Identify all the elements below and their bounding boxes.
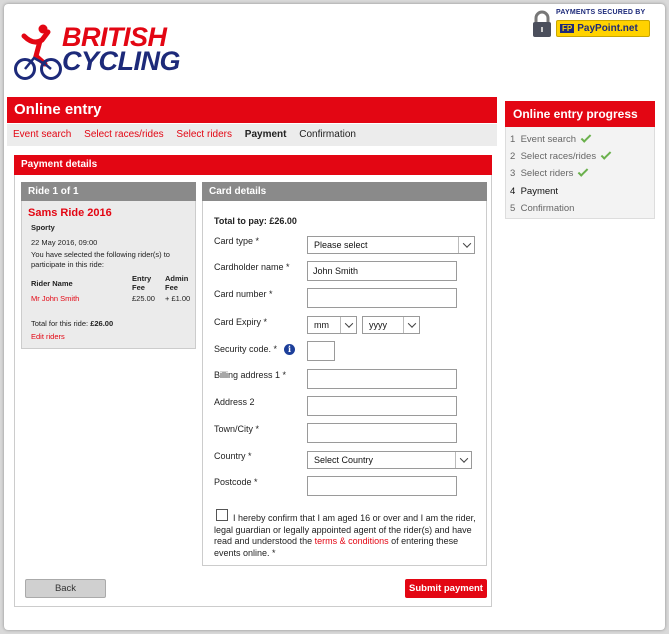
card-type-value: Please select	[314, 240, 368, 250]
expiry-month-select[interactable]: mm	[307, 316, 357, 334]
security-code-label: Security code. *	[214, 344, 278, 354]
payment-details-header: Payment details	[14, 155, 492, 175]
paypoint-logo: FP PayPoint.net	[556, 20, 650, 37]
card-details-header: Card details	[202, 182, 487, 201]
ride-total-label: Total for this ride:	[31, 319, 89, 328]
progress-item-event-search: 1 Event search	[510, 132, 592, 145]
ride-name: Sams Ride 2016	[28, 207, 112, 219]
chevron-down-icon	[403, 317, 419, 333]
back-button[interactable]: Back	[25, 579, 106, 598]
ride-intro: You have selected the following rider(s)…	[31, 250, 170, 269]
brand-line-2: CYCLING	[62, 46, 181, 76]
col-entry-fee-l1: Entry	[132, 274, 152, 283]
check-icon	[600, 149, 612, 160]
card-expiry-label: Card Expiry *	[214, 317, 268, 327]
town-city-input[interactable]	[307, 423, 457, 443]
progress-label: Select riders	[520, 168, 574, 179]
rider-admin-fee: + £1.00	[165, 294, 191, 303]
chevron-down-icon	[458, 237, 474, 253]
postcode-input[interactable]	[307, 476, 457, 496]
page-title: Online entry	[7, 97, 497, 123]
ride-panel-header: Ride 1 of 1	[21, 182, 196, 201]
total-to-pay-value: £26.00	[269, 216, 297, 226]
info-icon[interactable]: i	[284, 344, 295, 355]
total-to-pay: Total to pay: £26.00	[214, 216, 297, 226]
breadcrumb-select-riders[interactable]: Select riders	[176, 129, 232, 140]
cardholder-name-label: Cardholder name *	[214, 262, 290, 272]
col-admin-fee-l1: Admin	[165, 274, 189, 283]
address-2-input[interactable]	[307, 396, 457, 416]
edit-riders-link[interactable]: Edit riders	[31, 332, 65, 341]
paypoint-mark: FP	[560, 24, 575, 33]
security-code-input[interactable]	[307, 341, 335, 361]
progress-item-select-races: 2 Select races/rides	[510, 149, 612, 162]
chevron-down-icon	[455, 452, 471, 468]
cyclist-icon	[14, 24, 62, 80]
col-admin-fee-l2: Fee	[165, 283, 178, 292]
billing-address-1-label: Billing address 1 *	[214, 370, 287, 380]
cardholder-name-input[interactable]: John Smith	[307, 261, 457, 281]
postcode-label: Postcode *	[214, 477, 258, 487]
rider-entry-fee: £25.00	[132, 294, 155, 303]
chevron-down-icon	[340, 317, 356, 333]
col-rider-name: Rider Name	[31, 279, 73, 288]
breadcrumb-payment: Payment	[244, 129, 287, 140]
country-select[interactable]: Select Country	[307, 451, 472, 469]
progress-num: 4	[510, 186, 516, 197]
breadcrumb-event-search[interactable]: Event search	[13, 129, 71, 140]
breadcrumb-select-races[interactable]: Select races/rides	[84, 129, 163, 140]
payments-secured-badge: PAYMENTS SECURED BY FP PayPoint.net	[530, 8, 652, 42]
paypoint-name: PayPoint.net	[577, 23, 638, 34]
address-2-label: Address 2	[214, 397, 255, 407]
ride-category: Sporty	[31, 223, 55, 232]
country-label: Country *	[214, 451, 252, 461]
card-number-input[interactable]	[307, 288, 457, 308]
ride-date: 22 May 2016, 09:00	[31, 238, 98, 247]
total-to-pay-label: Total to pay:	[214, 216, 267, 226]
progress-label: Select races/rides	[520, 151, 597, 162]
expiry-month-value: mm	[314, 320, 329, 330]
progress-num: 5	[510, 203, 516, 214]
progress-num: 3	[510, 168, 516, 179]
progress-label: Payment	[520, 186, 559, 197]
col-entry-fee-l2: Fee	[132, 283, 145, 292]
card-type-select[interactable]: Please select	[307, 236, 475, 254]
town-city-label: Town/City *	[214, 424, 260, 434]
british-cycling-logo[interactable]: BRITISH CYCLING	[14, 18, 214, 88]
ride-total: Total for this ride: £26.00	[31, 319, 113, 328]
progress-header: Online entry progress	[505, 101, 655, 127]
progress-num: 1	[510, 134, 516, 145]
submit-payment-button[interactable]: Submit payment	[405, 579, 487, 598]
billing-address-1-input[interactable]	[307, 369, 457, 389]
ride-total-value: £26.00	[90, 319, 114, 328]
check-icon	[578, 166, 589, 177]
progress-item-confirmation: 5 Confirmation	[510, 203, 574, 214]
country-value: Select Country	[314, 455, 374, 465]
check-icon	[580, 132, 592, 143]
confirm-statement: I hereby confirm that I am aged 16 or ov…	[214, 513, 481, 559]
breadcrumb: Event search Select races/rides Select r…	[7, 124, 497, 146]
payments-secured-label: PAYMENTS SECURED BY	[556, 9, 646, 16]
progress-label: Confirmation	[520, 203, 575, 214]
progress-item-select-riders: 3 Select riders	[510, 166, 589, 179]
terms-link[interactable]: terms & conditions	[315, 536, 389, 546]
col-entry-fee: Entry Fee	[132, 274, 151, 292]
rider-name-link[interactable]: Mr John Smith	[31, 294, 79, 303]
card-type-label: Card type *	[214, 236, 260, 246]
progress-num: 2	[510, 151, 516, 162]
expiry-year-value: yyyy	[369, 320, 387, 330]
breadcrumb-confirmation: Confirmation	[299, 129, 356, 140]
col-admin-fee: Admin Fee	[165, 274, 188, 292]
progress-item-payment: 4 Payment	[510, 186, 558, 197]
progress-label: Event search	[520, 134, 577, 145]
card-number-label: Card number *	[214, 289, 273, 299]
padlock-icon	[533, 10, 551, 37]
expiry-year-select[interactable]: yyyy	[362, 316, 420, 334]
